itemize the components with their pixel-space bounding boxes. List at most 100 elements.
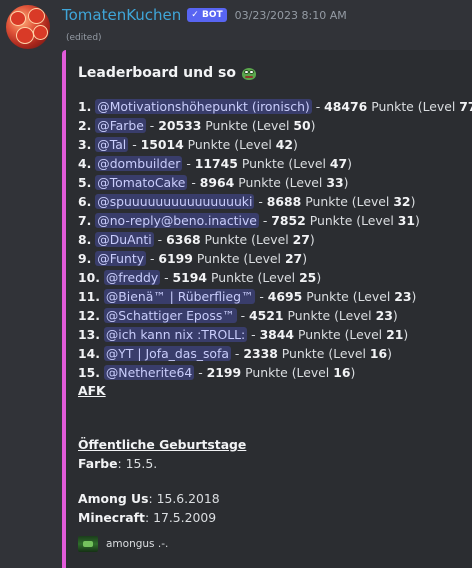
level-value: 23	[394, 289, 412, 304]
leaderboard-row: 4. @dombuilder - 11745 Punkte (Level 47)	[78, 156, 352, 171]
level-word: Level	[256, 118, 290, 133]
level-value: 31	[397, 213, 416, 228]
leaderboard-row: 3. @Tal - 15014 Punkte (Level 42)	[78, 137, 298, 152]
avatar-tomato-3	[16, 27, 34, 44]
birthdays-title: Öffentliche Geburtstage	[78, 437, 247, 452]
level-word: Level	[361, 213, 394, 228]
pepe-icon	[241, 66, 257, 81]
user-mention[interactable]: @no-reply@beno.inactive	[95, 213, 259, 228]
points-word: Punkte	[204, 232, 248, 247]
level-word: Level	[333, 346, 366, 361]
edited-label: (edited)	[66, 33, 102, 43]
level-word: Level	[357, 289, 391, 304]
points-value: 48476	[324, 99, 368, 114]
user-mention[interactable]: @DuAnti	[95, 232, 154, 247]
level-value: 27	[284, 251, 303, 266]
message-header: TomatenKuchen ✓ BOT 03/23/2023 8:10 AM	[62, 6, 347, 24]
user-mention[interactable]: @YT | Jofa_das_sofa	[103, 346, 231, 361]
user-mention[interactable]: @dombuilder	[95, 156, 183, 171]
user-mention[interactable]: @Bienä™ | Rüberflieg™	[103, 289, 256, 304]
points-value: 6368	[166, 232, 201, 247]
user-mention[interactable]: @spuuuuuuuuuuuuuuuki	[95, 194, 255, 209]
points-value: 3844	[259, 327, 295, 342]
embed-footer: amongus .-.	[78, 536, 168, 552]
leaderboard-row: 5. @TomatoCake - 8964 Punkte (Level 33)	[78, 175, 349, 190]
rank-number: 15.	[78, 365, 100, 380]
leaderboard-row: 11. @Bienä™ | Rüberflieg™ - 4695 Punkte …	[78, 289, 417, 304]
points-word: Punkte	[305, 194, 348, 209]
level-value: 16	[333, 365, 351, 380]
level-word: Level	[422, 99, 456, 114]
level-word: Level	[356, 194, 390, 209]
rank-number: 5.	[78, 175, 92, 190]
level-word: Level	[262, 270, 296, 285]
level-word: Level	[349, 327, 383, 342]
user-mention[interactable]: @Motivationshöhepunkt (ironisch)	[95, 99, 312, 114]
points-word: Punkte	[287, 308, 331, 323]
rank-number: 13.	[78, 327, 100, 342]
points-value: 11745	[194, 156, 238, 171]
user-mention[interactable]: @freddy	[103, 270, 161, 285]
user-mention[interactable]: @TomatoCake	[95, 175, 188, 190]
avatar-tomato-4	[33, 25, 48, 40]
rank-number: 10.	[78, 270, 100, 285]
rank-number: 11.	[78, 289, 100, 304]
embed-title-text: Leaderboard und so	[78, 65, 236, 81]
rank-number: 4.	[78, 156, 92, 171]
level-word: Level	[289, 175, 323, 190]
footer-text: amongus .-.	[106, 538, 169, 550]
avatar-tomato-1	[10, 11, 26, 26]
level-value: 77	[459, 99, 472, 114]
game-entry-minecraft: Minecraft: 17.5.2009	[78, 510, 217, 525]
points-value: 4695	[267, 289, 303, 304]
user-mention[interactable]: @ich kann nix :TROLL:	[103, 327, 248, 342]
bot-avatar[interactable]	[6, 5, 50, 49]
level-word: Level	[239, 137, 272, 152]
points-word: Punkte	[309, 213, 353, 228]
points-word: Punkte	[210, 270, 254, 285]
points-word: Punkte	[196, 251, 240, 266]
rank-number: 6.	[78, 194, 92, 209]
level-word: Level	[293, 156, 326, 171]
points-word: Punkte	[241, 156, 285, 171]
level-value: 23	[375, 308, 393, 323]
points-value: 6199	[158, 251, 193, 266]
user-mention[interactable]: @Farbe	[95, 118, 146, 133]
message-timestamp[interactable]: 03/23/2023 8:10 AM	[235, 9, 347, 22]
afk-title: AFK	[78, 383, 106, 398]
birthday-entry: Farbe: 15.5.	[78, 456, 158, 471]
points-value: 20533	[158, 118, 202, 133]
points-word: Punkte	[371, 99, 414, 114]
points-value: 2199	[206, 365, 242, 380]
points-value: 2338	[243, 346, 278, 361]
leaderboard-embed: Leaderboard und so 1. @Motivationshöhepu…	[62, 50, 472, 568]
game-name: Minecraft	[78, 510, 145, 525]
bot-message: TomatenKuchen ✓ BOT 03/23/2023 8:10 AM (…	[0, 0, 472, 568]
points-word: Punkte	[187, 137, 231, 152]
user-mention[interactable]: @Netherite64	[103, 365, 195, 380]
rank-number: 12.	[78, 308, 100, 323]
points-word: Punkte	[238, 175, 281, 190]
leaderboard-list: 1. @Motivationshöhepunkt (ironisch) - 48…	[78, 97, 472, 382]
level-value: 16	[369, 346, 388, 361]
level-value: 50	[293, 118, 311, 133]
rank-number: 14.	[78, 346, 100, 361]
points-word: Punkte	[205, 118, 248, 133]
rank-number: 2.	[78, 118, 92, 133]
user-mention[interactable]: @Tal	[95, 137, 129, 152]
level-word: Level	[338, 308, 372, 323]
points-value: 8688	[266, 194, 302, 209]
level-value: 27	[292, 232, 310, 247]
level-word: Level	[255, 232, 289, 247]
bot-badge: ✓ BOT	[187, 8, 227, 22]
user-mention[interactable]: @Funty	[95, 251, 147, 266]
level-word: Level	[248, 251, 281, 266]
level-value: 32	[393, 194, 411, 209]
birthday-name: Farbe	[78, 456, 118, 471]
level-value: 47	[329, 156, 348, 171]
user-mention[interactable]: @Schattiger Eposs™	[103, 308, 237, 323]
points-value: 8964	[199, 175, 235, 190]
level-value: 21	[386, 327, 404, 342]
author-name[interactable]: TomatenKuchen	[62, 6, 181, 24]
points-value: 5194	[172, 270, 208, 285]
